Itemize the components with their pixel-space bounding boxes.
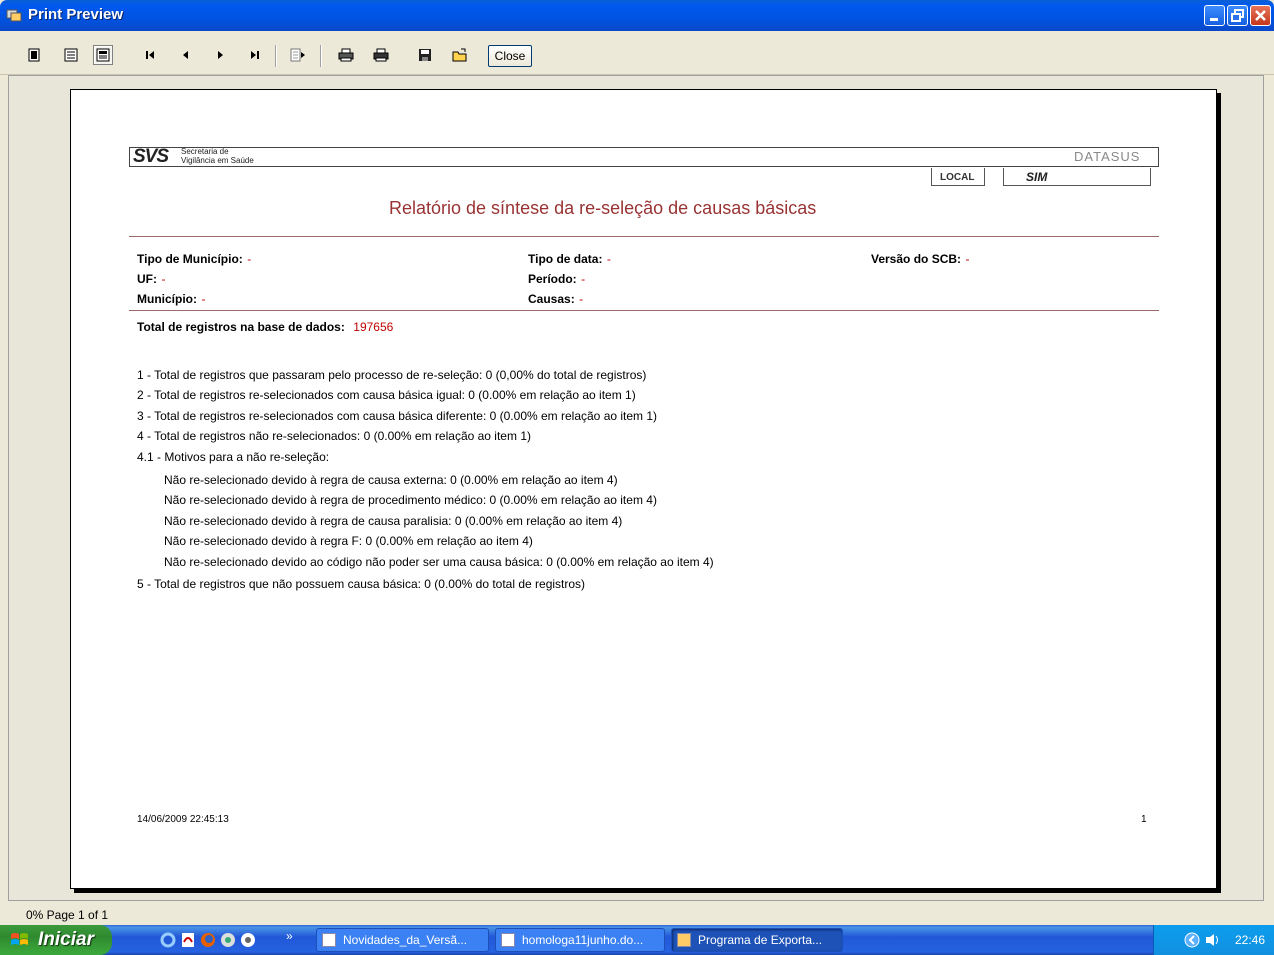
total-registros: Total de registros na base de dados: 197… <box>137 320 394 334</box>
field-uf: UF: - <box>137 272 166 286</box>
toolbar-separator <box>320 45 322 67</box>
toolbar <box>0 31 1274 75</box>
field-tipo-data: Tipo de data: - <box>528 252 611 266</box>
page-width-icon <box>64 48 78 62</box>
org-name-line2: Vigilância em Saúde <box>181 156 254 165</box>
tray-expand-icon[interactable] <box>1184 932 1200 948</box>
open-button[interactable] <box>450 45 470 65</box>
previous-page-button[interactable] <box>176 45 196 65</box>
task-button-programa[interactable]: Programa de Exporta... <box>671 928 843 952</box>
field-versao-scb: Versão do SCB: - <box>871 252 970 266</box>
svs-logo: SVS <box>133 146 169 167</box>
page-width-button[interactable] <box>61 45 81 65</box>
report-title: Relatório de síntese da re-seleção de ca… <box>389 198 817 218</box>
print-button[interactable] <box>371 45 391 65</box>
footer-datetime: 14/06/2009 22:45:13 <box>137 814 229 825</box>
close-icon <box>1255 10 1266 21</box>
org-name: Secretaria de Vigilância em Saúde <box>181 147 254 165</box>
next-page-button[interactable] <box>210 45 230 65</box>
report-header-frame <box>129 147 1159 167</box>
volume-icon[interactable] <box>1204 932 1222 948</box>
motivo-line-5: Não re-selecionado devido ao código não … <box>164 555 714 569</box>
summary-line-1: 1 - Total de registros que passaram pelo… <box>137 368 647 382</box>
start-label: Iniciar <box>38 929 94 950</box>
quicklaunch-more-icon[interactable]: » <box>286 929 293 943</box>
field-periodo: Período: - <box>528 272 586 286</box>
footer-page-number: 1 <box>1141 814 1147 825</box>
taskbar: Iniciar » Novidades_da_Versã... homologa… <box>0 925 1274 955</box>
clock[interactable]: 22:46 <box>1235 933 1265 947</box>
local-badge: LOCAL <box>940 172 975 183</box>
printer-icon <box>373 48 389 62</box>
window-title: Print Preview <box>28 6 124 23</box>
status-text: 0% Page 1 of 1 <box>26 908 109 922</box>
last-page-button[interactable] <box>245 45 265 65</box>
fields-divider <box>129 310 1159 311</box>
minimize-button[interactable] <box>1204 5 1225 26</box>
task-label: Novidades_da_Versã... <box>343 933 468 947</box>
pdf-icon[interactable] <box>180 932 196 948</box>
org-name-line1: Secretaria de <box>181 147 229 156</box>
word-doc-icon <box>501 933 515 947</box>
browser-icon[interactable] <box>220 932 236 948</box>
toolbar-separator <box>275 45 277 67</box>
motivo-line-3: Não re-selecionado devido à regra de cau… <box>164 514 623 528</box>
datasus-logo: DATASUS <box>1074 149 1141 164</box>
last-page-icon <box>251 51 259 59</box>
field-tipo-municipio: Tipo de Município: - <box>137 252 252 266</box>
sim-badge: SIM <box>1026 170 1048 184</box>
ie-icon[interactable] <box>160 932 176 948</box>
previous-page-icon <box>183 51 188 59</box>
next-page-icon <box>218 51 223 59</box>
motivo-line-2: Não re-selecionado devido à regra de pro… <box>164 493 657 507</box>
media-icon[interactable] <box>240 932 256 948</box>
title-divider <box>129 236 1159 237</box>
report-page: SVS Secretaria de Vigilância em Saúde DA… <box>70 89 1217 889</box>
firefox-icon[interactable] <box>200 932 216 948</box>
zoom-100-icon <box>96 48 110 62</box>
summary-line-2: 2 - Total de registros re-selecionados c… <box>137 388 636 402</box>
go-to-page-button[interactable] <box>288 45 308 65</box>
word-doc-icon <box>322 933 336 947</box>
zoom-100-button[interactable] <box>93 45 113 65</box>
app-icon <box>677 933 691 947</box>
whole-page-button[interactable] <box>24 45 44 65</box>
status-bar: 0% Page 1 of 1 <box>0 903 1274 925</box>
field-causas: Causas: - <box>528 292 584 306</box>
summary-line-5: 5 - Total de registros que não possuem c… <box>137 577 586 591</box>
motivo-line-4: Não re-selecionado devido à regra F: 0 (… <box>164 534 533 548</box>
window-titlebar[interactable]: Print Preview <box>0 0 1274 31</box>
save-button[interactable] <box>415 45 435 65</box>
task-label: Programa de Exporta... <box>698 933 823 947</box>
restore-button[interactable] <box>1227 5 1248 26</box>
task-button-homologa[interactable]: homologa11junho.do... <box>495 928 665 952</box>
first-page-button[interactable] <box>140 45 160 65</box>
summary-line-3: 3 - Total de registros re-selecionados c… <box>137 409 658 423</box>
summary-line-4-1: 4.1 - Motivos para a não re-seleção: <box>137 450 330 464</box>
summary-line-4: 4 - Total de registros não re-selecionad… <box>137 429 531 443</box>
open-folder-icon <box>452 48 467 62</box>
start-button[interactable]: Iniciar <box>0 925 112 955</box>
whole-page-icon <box>28 48 40 62</box>
motivo-line-1: Não re-selecionado devido à regra de cau… <box>164 473 618 487</box>
print-setup-icon <box>338 48 354 62</box>
windows-logo-icon <box>11 933 28 945</box>
task-label: homologa11junho.do... <box>522 933 644 947</box>
field-municipio: Município: - <box>137 292 206 306</box>
first-page-icon <box>146 51 154 59</box>
minimize-icon <box>1210 18 1218 21</box>
go-to-page-icon <box>290 48 305 62</box>
system-tray: 22:46 <box>1153 925 1274 955</box>
close-window-button[interactable] <box>1250 5 1271 26</box>
save-disk-icon <box>419 49 431 61</box>
task-button-novidades[interactable]: Novidades_da_Versã... <box>316 928 489 952</box>
close-preview-button[interactable]: Close <box>488 45 532 67</box>
app-icon <box>6 9 22 22</box>
print-setup-button[interactable] <box>336 45 356 65</box>
restore-icon <box>1231 9 1244 22</box>
